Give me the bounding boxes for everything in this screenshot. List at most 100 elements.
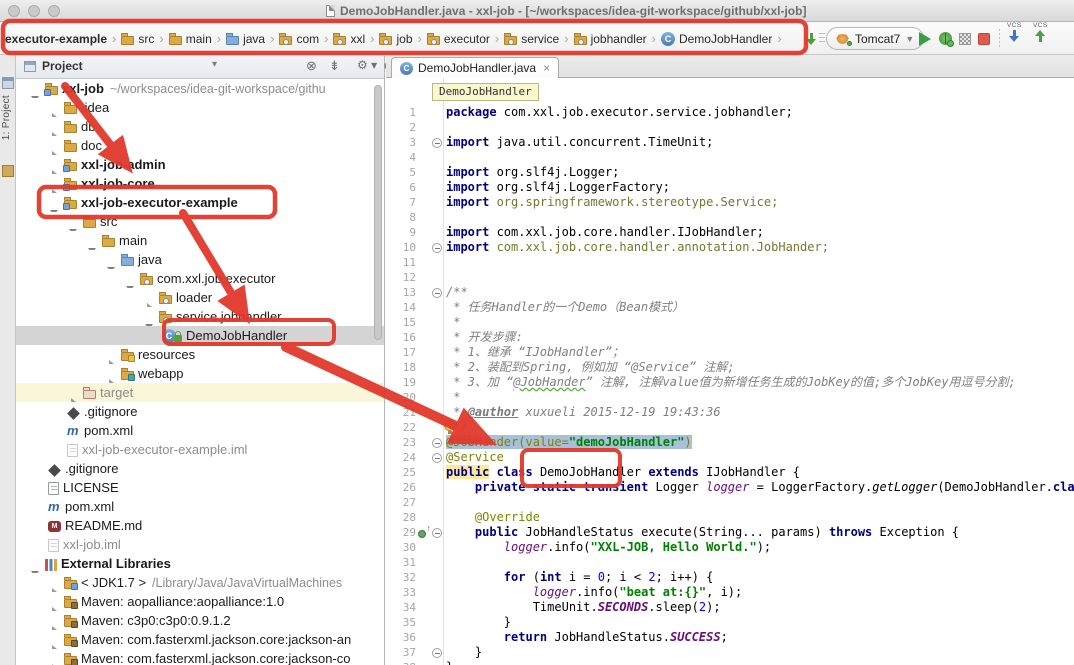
project-view-dropdown[interactable]: ▾ (212, 59, 217, 70)
tree-row-com-xxl-job-executor[interactable]: com.xxl.job.executor (16, 269, 384, 288)
tree-row-demojobhandler[interactable]: CDemoJobHandler (16, 326, 384, 345)
code-line-28[interactable]: @Override (446, 510, 540, 525)
gutter-row[interactable]: 10 (386, 240, 443, 255)
coverage-button[interactable] (959, 22, 971, 55)
code-line-14[interactable]: * 任务Handler的一个Demo（Bean模式） (446, 300, 684, 315)
gutter-row[interactable]: 29 (386, 525, 443, 540)
code-line-3[interactable]: import java.util.concurrent.TimeUnit; (446, 135, 713, 150)
code-line-6[interactable]: import org.slf4j.LoggerFactory; (446, 180, 670, 195)
close-window-button[interactable] (8, 5, 20, 17)
tree-row--gitignore[interactable]: .gitignore (16, 402, 384, 421)
fold-marker-icon[interactable] (430, 435, 443, 450)
gutter-row[interactable]: 27 (386, 495, 443, 510)
vcs-commit-button[interactable]: VCS (1033, 22, 1048, 55)
code-line-20[interactable]: * (446, 390, 460, 405)
toolwindow-icon[interactable] (2, 165, 14, 177)
gutter-row[interactable]: 1 (386, 105, 443, 120)
gutter-row[interactable]: 33 (386, 585, 443, 600)
breadcrumb-item[interactable]: java (225, 30, 266, 48)
breadcrumb-item[interactable]: main (168, 30, 213, 48)
fold-marker-icon[interactable] (430, 645, 443, 660)
code-line-13[interactable]: /** (446, 285, 468, 300)
settings-gear-button[interactable]: ⚙ ▾ (357, 58, 377, 72)
gutter-row[interactable]: 21 (386, 405, 443, 420)
code-line-18[interactable]: * 2、装配到Spring, 例如加 “@Service” 注解; (446, 360, 735, 375)
breadcrumb-item[interactable]: executor (426, 30, 491, 48)
debug-button[interactable] (939, 22, 952, 55)
tree-row-license[interactable]: LICENSE (16, 478, 384, 497)
overriding-method-icon[interactable] (416, 525, 430, 540)
tree-row-src[interactable]: src (16, 212, 384, 231)
code-line-33[interactable]: logger.info("beat at:{}", i); (446, 585, 742, 600)
gutter-row[interactable]: 8 (386, 210, 443, 225)
tree-row-maven-com-fasterxml-jackson-core-jackson-an[interactable]: Maven: com.fasterxml.jackson.core:jackso… (16, 630, 384, 649)
project-toolwindow-icon[interactable] (2, 77, 14, 89)
gutter-row[interactable]: 4 (386, 150, 443, 165)
tree-row-main[interactable]: main (16, 231, 384, 250)
run-button[interactable] (919, 22, 931, 55)
code-line-24[interactable]: @Service (446, 450, 504, 465)
breadcrumb-item[interactable]: job (378, 30, 413, 48)
tree-row-db[interactable]: db (16, 117, 384, 136)
intention-bulb-icon[interactable] (444, 420, 455, 431)
breadcrumb-item[interactable]: service (503, 30, 560, 48)
tree-row-xxl-job-executor-example[interactable]: xxl-job-executor-example (16, 193, 384, 212)
tree-row--gitignore[interactable]: .gitignore (16, 459, 384, 478)
breadcrumb-item[interactable]: com (278, 30, 320, 48)
tree-row--jdk1-7-[interactable]: < JDK1.7 >/Library/Java/JavaVirtualMachi… (16, 573, 384, 592)
fold-marker-icon[interactable] (430, 135, 443, 150)
tree-row--idea[interactable]: .idea (16, 98, 384, 117)
tree-row-xxl-job-executor-example-iml[interactable]: xxl-job-executor-example.iml (16, 440, 384, 459)
tree-row-xxl-job-admin[interactable]: xxl-job-admin (16, 155, 384, 174)
tree-row-target[interactable]: target (16, 383, 384, 402)
code-line-36[interactable]: return JobHandleStatus.SUCCESS; (446, 630, 728, 645)
code-line-17[interactable]: * 1、继承 “IJobHandler”； (446, 345, 624, 360)
tree-row-maven-c3p0-c3p0-0-9-1-2[interactable]: Maven: c3p0:c3p0:0.9.1.2 (16, 611, 384, 630)
gutter-row[interactable]: 3 (386, 135, 443, 150)
code-line-34[interactable]: TimeUnit.SECONDS.sleep(2); (446, 600, 721, 615)
tree-row-java[interactable]: java (16, 250, 384, 269)
code-line-25[interactable]: public class DemoJobHandler extends IJob… (446, 465, 800, 480)
code-line-21[interactable]: * @author xuxueli 2015-12-19 19:43:36 (446, 405, 721, 420)
gutter-row[interactable]: 11 (386, 255, 443, 270)
code-line-16[interactable]: * 开发步骤: (446, 330, 523, 345)
code-line-19[interactable]: * 3、加 “@JobHander” 注解, 注解value值为新增任务生成的J… (446, 375, 1016, 390)
gutter-row[interactable]: 28 (386, 510, 443, 525)
minimize-window-button[interactable] (28, 5, 40, 17)
tree-row-xxl-job-core[interactable]: xxl-job-core (16, 174, 384, 193)
tree-row-maven-com-fasterxml-jackson-core-jackson-co[interactable]: Maven: com.fasterxml.jackson.core:jackso… (16, 649, 384, 665)
gutter-row[interactable]: 5 (386, 165, 443, 180)
tree-row-resources[interactable]: resources (16, 345, 384, 364)
project-toolwindow-tab[interactable]: 1: Project (1, 95, 12, 140)
tree-row-loader[interactable]: loader (16, 288, 384, 307)
gutter-row[interactable]: 24 (386, 450, 443, 465)
tree-scrollbar-thumb[interactable] (374, 85, 382, 340)
code-line-32[interactable]: for (int i = 0; i < 2; i++) { (446, 570, 713, 585)
code-line-1[interactable]: package com.xxl.job.executor.service.job… (446, 105, 793, 120)
code-line-7[interactable]: import org.springframework.stereotype.Se… (446, 195, 778, 210)
gutter-row[interactable]: 34 (386, 600, 443, 615)
gutter-row[interactable]: 38 (386, 660, 443, 665)
gutter-row[interactable]: 2 (386, 120, 443, 135)
vcs-update-button[interactable]: VCS (1007, 22, 1022, 55)
tree-row-service-jobhandler[interactable]: service.jobhandler (16, 307, 384, 326)
gutter-row[interactable]: 9 (386, 225, 443, 240)
editor-body[interactable]: 1234567891011121314151617181920212223242… (386, 78, 1074, 665)
gutter-row[interactable]: 17 (386, 345, 443, 360)
gutter-row[interactable]: 30 (386, 540, 443, 555)
zoom-window-button[interactable] (48, 5, 60, 17)
fold-marker-icon[interactable] (430, 285, 443, 300)
tree-row-xxl-job[interactable]: xxl-job~/workspaces/idea-git-workspace/g… (16, 79, 384, 98)
gutter-row[interactable]: 12 (386, 270, 443, 285)
gutter-row[interactable]: 37 (386, 645, 443, 660)
code-line-5[interactable]: import org.slf4j.Logger; (446, 165, 619, 180)
run-configuration-selector[interactable]: Tomcat7 ▼ (826, 27, 924, 50)
gutter-row[interactable]: 32 (386, 570, 443, 585)
tree-row-pom-xml[interactable]: mpom.xml (16, 497, 384, 516)
gutter-row[interactable]: 7 (386, 195, 443, 210)
code-line-15[interactable]: * (446, 315, 460, 330)
project-panel-title[interactable]: Project (42, 59, 83, 73)
fold-marker-icon[interactable] (430, 525, 443, 540)
close-tab-icon[interactable]: × (543, 61, 550, 75)
tree-row-readme-md[interactable]: MREADME.md (16, 516, 384, 535)
